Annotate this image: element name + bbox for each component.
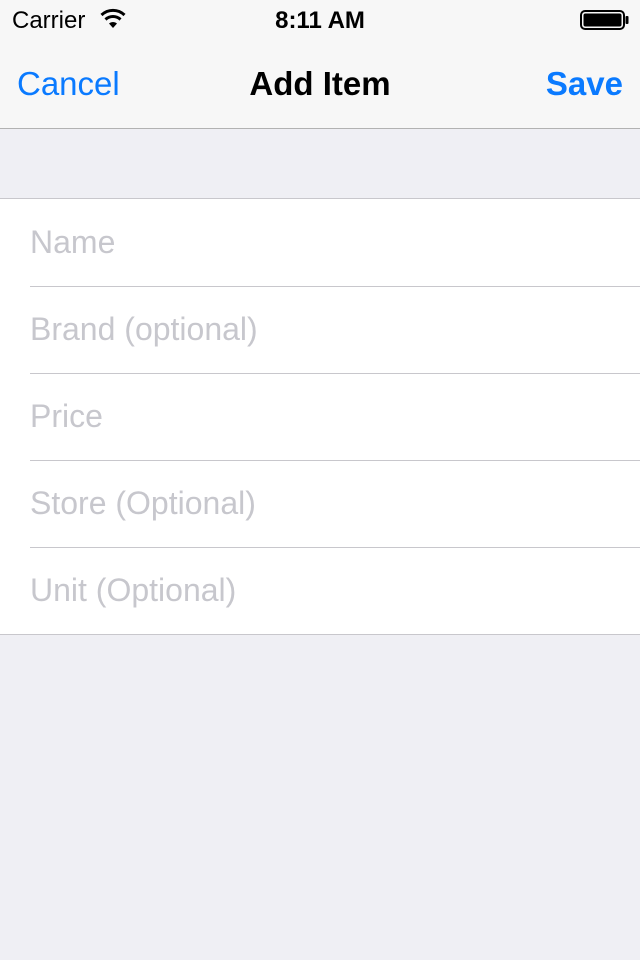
name-field[interactable] (30, 199, 630, 285)
name-row (0, 199, 640, 286)
store-field[interactable] (30, 460, 630, 546)
unit-field[interactable] (30, 547, 630, 633)
status-time: 8:11 AM (275, 7, 365, 34)
brand-row (0, 286, 640, 373)
status-bar: Carrier 8:11 AM (0, 0, 640, 40)
save-button[interactable]: Save (546, 64, 623, 104)
header: Carrier 8:11 AM Cancel Add Item Save (0, 0, 640, 129)
store-row (0, 460, 640, 547)
page-title: Add Item (249, 65, 391, 102)
item-form (0, 198, 640, 635)
price-field[interactable] (30, 373, 630, 459)
battery-full-icon (580, 10, 629, 30)
nav-bar: Cancel Add Item Save (0, 40, 640, 128)
add-item-screen: Carrier 8:11 AM Cancel Add Item Save (0, 0, 640, 960)
brand-field[interactable] (30, 286, 630, 372)
unit-row (0, 547, 640, 634)
price-row (0, 373, 640, 460)
